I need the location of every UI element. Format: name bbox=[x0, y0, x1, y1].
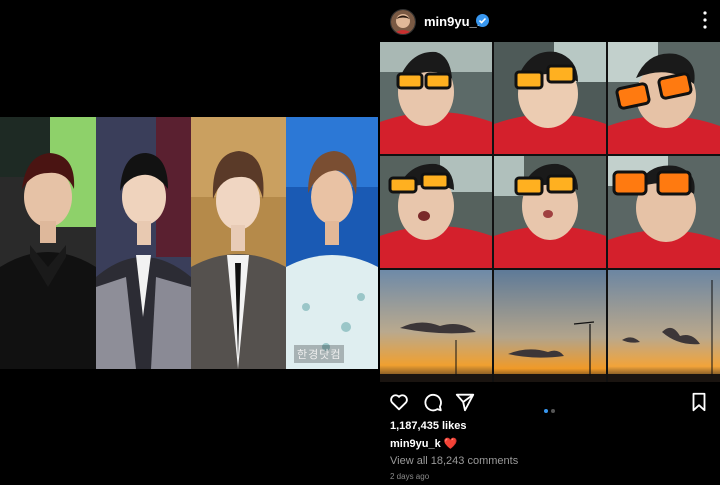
post-header: min9yu_k bbox=[380, 0, 720, 42]
sunset-tile bbox=[608, 270, 720, 382]
caption-heart-emoji: ❤️ bbox=[443, 438, 458, 450]
selfie-tile bbox=[494, 42, 606, 154]
post-caption: min9yu_k ❤️ bbox=[390, 437, 457, 450]
selfie-tile bbox=[380, 156, 492, 268]
watermark-text: 한경닷컴 bbox=[294, 345, 345, 363]
comment-icon[interactable] bbox=[422, 391, 444, 413]
more-options-icon[interactable] bbox=[702, 10, 708, 30]
carousel-indicator bbox=[544, 400, 558, 418]
post-image-grid[interactable] bbox=[380, 42, 720, 382]
portrait-photo-1 bbox=[0, 117, 96, 369]
portrait-photo-4: 한경닷컴 bbox=[286, 117, 378, 369]
post-username[interactable]: min9yu_k bbox=[424, 14, 484, 29]
share-icon[interactable] bbox=[454, 391, 476, 413]
portrait-collage: 한경닷컴 bbox=[0, 117, 378, 369]
carousel-dot-active bbox=[544, 409, 548, 413]
verified-badge-icon bbox=[476, 14, 489, 27]
portrait-photo-2 bbox=[96, 117, 191, 369]
instagram-post: min9yu_k 1,187,435 likes min9yu_k ❤️ Vie… bbox=[380, 0, 720, 485]
heart-icon[interactable] bbox=[388, 391, 410, 413]
selfie-tile bbox=[608, 42, 720, 154]
portrait-photo-3 bbox=[191, 117, 286, 369]
bookmark-icon[interactable] bbox=[688, 391, 710, 413]
sunset-tile bbox=[494, 270, 606, 382]
post-timestamp: 2 days ago bbox=[390, 472, 430, 481]
view-comments-link[interactable]: View all 18,243 comments bbox=[390, 455, 518, 467]
carousel-dot bbox=[551, 409, 555, 413]
selfie-tile bbox=[380, 42, 492, 154]
likes-count[interactable]: 1,187,435 likes bbox=[390, 420, 466, 432]
selfie-tile bbox=[608, 156, 720, 268]
avatar[interactable] bbox=[390, 9, 416, 35]
post-actions bbox=[380, 388, 720, 416]
sunset-tile bbox=[380, 270, 492, 382]
selfie-tile bbox=[494, 156, 606, 268]
caption-username[interactable]: min9yu_k bbox=[390, 438, 441, 450]
